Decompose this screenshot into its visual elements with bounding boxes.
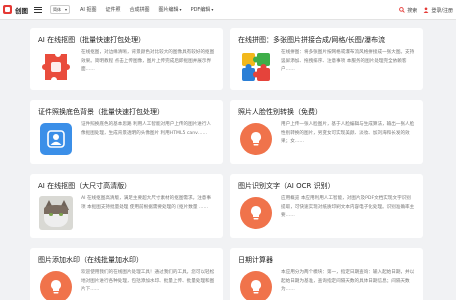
- chevron-down-icon: ▾: [211, 7, 214, 12]
- card-title: AI 在线抠图（批量快速打包处理）: [38, 36, 146, 44]
- card-description: 应用概览 本应用利用人工智能，对图片及PDF文档实现文字识别提取，可快速实现对纸…: [281, 196, 415, 218]
- card-description: 证件照换底色的基本思路 利用人工智能对用户上传的图片进行人像抠图处理，生成背景透…: [81, 122, 212, 136]
- puzzle-icon: [38, 49, 74, 85]
- search-button[interactable]: 搜索: [399, 7, 417, 14]
- login-button[interactable]: 登录/注册: [423, 7, 453, 14]
- main-nav: AI 抠图 证件照 合成拼图 图片编辑▾ PDF编辑▾: [80, 6, 222, 13]
- logo-icon: [3, 5, 12, 14]
- tool-card-watermark[interactable]: 图片添加水印（在线批量加水印） 欢迎使用我们的在线图片处理工具！通过我们的工具，…: [30, 248, 223, 300]
- language-select-value: 简体: [53, 6, 61, 12]
- top-bar: 创图 简体 ▾ AI 抠图 证件照 合成拼图 图片编辑▾ PDF编辑▾ 搜索 登…: [0, 0, 456, 20]
- tool-card-gender-swap[interactable]: 照片人脸性别转换（免费） 用户上传一张人脸图片，基于人脸编辑与生成算法，输出一张…: [230, 100, 423, 164]
- card-title: 日期计算器: [238, 256, 273, 264]
- tool-card-ai-cutout[interactable]: AI 在线抠图（批量快速打包处理） 在线抠图，对边缘清晰，背景颜色对比较大的图像…: [30, 28, 223, 90]
- header-tools: 搜索 登录/注册: [393, 0, 453, 20]
- hamburger-menu-icon[interactable]: [34, 6, 42, 13]
- card-title: 照片人脸性别转换（免费）: [238, 108, 322, 116]
- card-title: 图片添加水印（在线批量加水印）: [38, 256, 143, 264]
- nav-item-pdf-edit[interactable]: PDF编辑▾: [191, 6, 214, 13]
- colorful-puzzle-icon: [238, 49, 274, 85]
- card-description: 在线拼图：将多张图片按网格或瀑布流风格拼接成一张大图。支持竖屏添加、拖拽排序、注…: [281, 50, 415, 72]
- site-logo[interactable]: 创图: [3, 5, 28, 15]
- bulb-icon: [240, 271, 272, 300]
- tool-card-id-photo-background[interactable]: 证件照换底色背景（批量快速打包处理） 证件照换底色的基本思路 利用人工智能对用户…: [30, 100, 223, 164]
- chevron-down-icon: ▾: [179, 7, 182, 12]
- nav-item-image-edit[interactable]: 图片编辑▾: [159, 6, 182, 13]
- user-icon: [423, 7, 429, 13]
- tool-card-date-calculator[interactable]: 日期计算器 本应用分为两个模块：第一，指定日期查询：输入起始日期，并以起始日期为…: [230, 248, 423, 300]
- tool-card-collage[interactable]: 在线拼图：多张图片拼接合成/网格/长图/瀑布流 在线拼图：将多张图片按网格或瀑布…: [230, 28, 423, 90]
- cat-photo: [39, 196, 73, 230]
- card-title: 图片识别文字（AI OCR 识别）: [238, 182, 335, 190]
- id-card-icon: [40, 123, 72, 155]
- card-description: 用户上传一张人脸图片，基于人脸编辑与生成算法，输出一张人脸性别转换的图片，男变女…: [281, 122, 415, 144]
- login-label: 登录/注册: [431, 7, 453, 14]
- nav-item-ai-cutout[interactable]: AI 抠图: [80, 6, 97, 13]
- bulb-icon: [240, 123, 272, 155]
- search-label: 搜索: [407, 7, 418, 14]
- tool-card-ai-cutout-hd[interactable]: AI 在线抠图（大尺寸高清版） AI 在线抠图高清版，满足主要超大尺寸素材的抠图…: [30, 174, 223, 238]
- card-title: 证件照换底色背景（批量快速打包处理）: [38, 108, 164, 116]
- card-title: AI 在线抠图（大尺寸高清版）: [38, 182, 132, 190]
- card-description: 本应用分为两个模块：第一，指定日期查询：输入起始日期，并以起始日期为基准，查询指…: [281, 270, 415, 292]
- nav-item-id-photo[interactable]: 证件照: [106, 6, 121, 13]
- card-title: 在线拼图：多张图片拼接合成/网格/长图/瀑布流: [238, 36, 386, 44]
- logo-text: 创图: [15, 6, 28, 15]
- card-description: 欢迎使用我们的在线图片处理工具！通过我们的工具，您可以轻松地对图片进行各种处理，…: [81, 270, 215, 292]
- language-select[interactable]: 简体 ▾: [50, 5, 70, 14]
- nav-item-collage[interactable]: 合成拼图: [130, 6, 150, 13]
- bulb-icon: [40, 271, 72, 300]
- bulb-icon: [240, 197, 272, 229]
- card-description: 在线抠图，对边缘清晰，背景颜色对比较大的图像具有较好的抠图效果。简明教程 点击上…: [81, 50, 215, 72]
- search-icon: [399, 7, 406, 13]
- chevron-down-icon: ▾: [64, 7, 67, 12]
- card-description: AI 在线抠图高清版，满足主要超大尺寸素材的抠图需求。注意事项 本抠图支持批量处…: [81, 196, 211, 210]
- tool-card-ocr[interactable]: 图片识别文字（AI OCR 识别） 应用概览 本应用利用人工智能，对图片及PDF…: [230, 174, 423, 238]
